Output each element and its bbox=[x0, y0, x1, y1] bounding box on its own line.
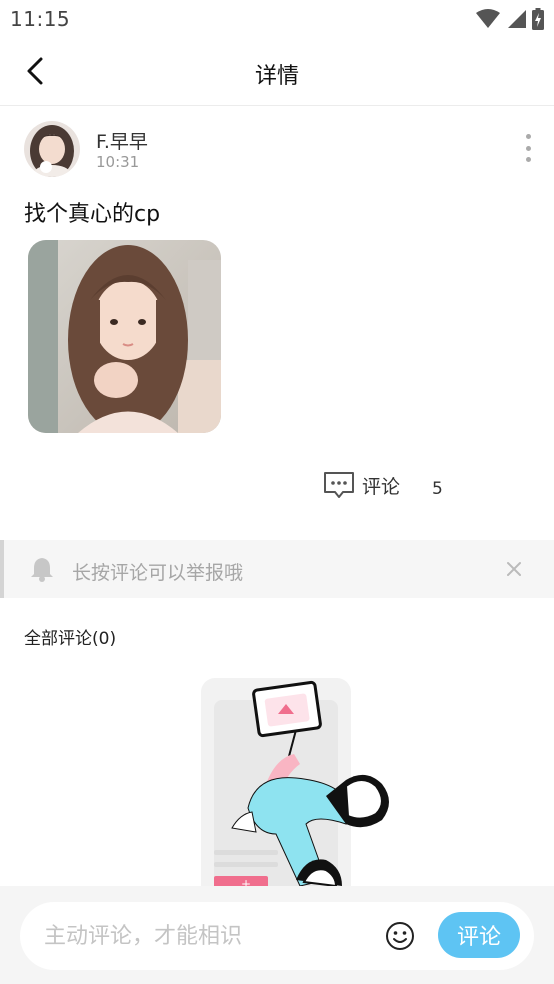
bell-icon bbox=[31, 558, 53, 582]
more-button[interactable] bbox=[518, 130, 538, 166]
page-title: 详情 bbox=[254, 64, 299, 89]
comment-input[interactable] bbox=[44, 902, 374, 970]
post-time: 10:31 bbox=[96, 153, 140, 171]
status-bar: 11:15 bbox=[0, 0, 554, 38]
notice-text: 长按评论可以举报哦 bbox=[72, 562, 244, 584]
comment-input-container: 评论 bbox=[20, 902, 534, 970]
comment-bar: 评论 bbox=[0, 886, 554, 984]
submit-comment-button[interactable]: 评论 bbox=[438, 912, 520, 958]
comment-count: 5 bbox=[432, 479, 443, 499]
more-vertical-icon bbox=[525, 134, 531, 139]
comment-action[interactable]: 评论 bbox=[322, 470, 400, 500]
signal-icon bbox=[508, 10, 526, 28]
author-name[interactable]: F.早早 bbox=[96, 127, 148, 154]
comment-action-label: 评论 bbox=[362, 475, 401, 498]
status-icons bbox=[476, 8, 544, 30]
post-image[interactable] bbox=[28, 240, 221, 433]
post-content: 找个真心的cp bbox=[24, 202, 161, 227]
comment-icon bbox=[324, 472, 354, 498]
battery-charging-icon bbox=[532, 8, 544, 30]
comments-header: 全部评论(0) bbox=[24, 629, 117, 649]
empty-comments-illustration: + bbox=[196, 674, 406, 908]
status-time: 11:15 bbox=[10, 7, 71, 31]
report-notice: 长按评论可以举报哦 bbox=[0, 540, 554, 598]
avatar[interactable] bbox=[24, 121, 80, 177]
nav-bar: 详情 bbox=[0, 38, 554, 106]
wifi-icon bbox=[476, 9, 500, 28]
smiley-icon[interactable] bbox=[384, 920, 416, 952]
close-icon[interactable] bbox=[504, 559, 524, 579]
svg-text:+: + bbox=[241, 877, 251, 886]
